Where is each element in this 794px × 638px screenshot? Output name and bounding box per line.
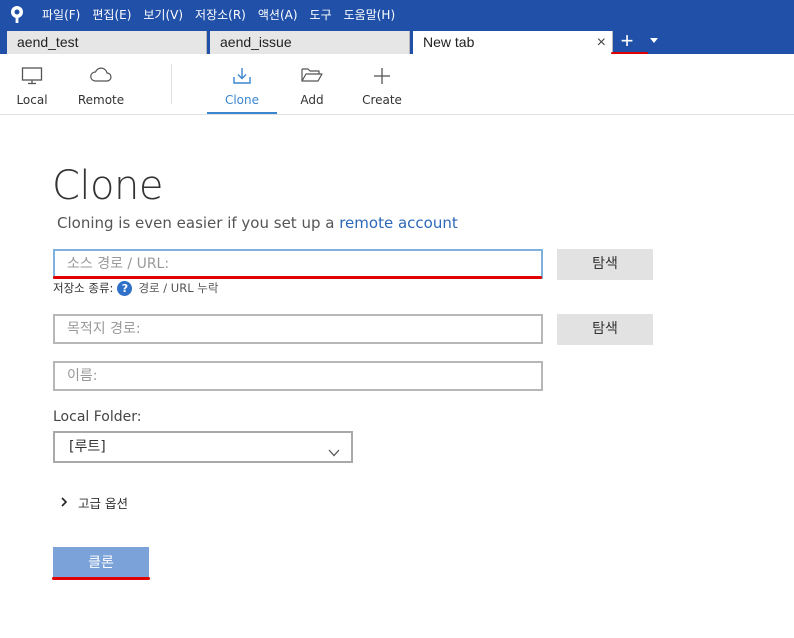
toolbar-divider <box>171 64 172 104</box>
advanced-options-toggle[interactable]: 고급 옵션 <box>60 493 128 512</box>
destination-path-input[interactable]: 목적지 경로: <box>53 314 543 344</box>
destination-browse-button[interactable]: 탐색 <box>557 314 653 345</box>
repo-type-message: 경로 / URL 누락 <box>138 281 219 295</box>
help-icon[interactable]: ? <box>117 280 133 296</box>
add-button[interactable]: Add <box>280 54 344 114</box>
local-folder-value: [루트] <box>69 439 106 455</box>
clone-button[interactable]: 클론 <box>53 547 149 579</box>
name-placeholder: 이름: <box>67 368 98 384</box>
repo-type-hint: 저장소 종류: ? 경로 / URL 누락 <box>53 280 218 296</box>
close-icon[interactable]: × <box>597 31 606 54</box>
tab-bar: aend_test aend_issue New tab × + <box>0 30 794 54</box>
tab-label: aend_issue <box>220 34 292 50</box>
annotation-underline-source <box>53 276 542 279</box>
local-button[interactable]: Local <box>0 54 64 114</box>
menu-repository[interactable]: 저장소(R) <box>189 0 252 30</box>
advanced-options-label: 고급 옵션 <box>78 496 128 511</box>
add-label: Add <box>300 93 324 107</box>
plus-icon <box>372 66 392 89</box>
subtitle-text: Cloning is even easier if you set up a <box>57 214 340 232</box>
remote-button[interactable]: Remote <box>66 54 136 114</box>
add-tab-icon[interactable]: + <box>615 30 639 54</box>
remote-account-link[interactable]: remote account <box>339 214 458 232</box>
sourcetree-logo-icon <box>0 0 34 30</box>
toolbar: Local Remote Clone Add Create <box>0 54 794 115</box>
folder-open-icon <box>300 66 324 87</box>
chevron-down-icon <box>327 441 341 469</box>
tab-dropdown-icon[interactable] <box>650 38 658 43</box>
chevron-right-icon <box>60 495 68 510</box>
source-browse-button[interactable]: 탐색 <box>557 249 653 280</box>
source-url-input[interactable]: 소스 경로 / URL: <box>53 249 543 279</box>
local-label: Local <box>16 93 48 107</box>
remote-label: Remote <box>77 93 125 107</box>
clone-tab-label: Clone <box>224 93 260 107</box>
create-label: Create <box>362 93 402 107</box>
clone-tab-button[interactable]: Clone <box>207 54 277 114</box>
tab-new-tab[interactable]: New tab × <box>413 31 613 54</box>
annotation-underline-clone <box>52 577 150 580</box>
tab-label: aend_test <box>17 34 79 50</box>
menu-actions[interactable]: 액션(A) <box>252 0 304 30</box>
tab-aend-test[interactable]: aend_test <box>7 31 207 54</box>
create-button[interactable]: Create <box>350 54 414 114</box>
download-tray-icon <box>231 66 253 89</box>
destination-path-placeholder: 목적지 경로: <box>67 321 141 337</box>
cloud-icon <box>89 66 113 87</box>
menu-tools[interactable]: 도구 <box>304 0 338 30</box>
local-folder-select[interactable]: [루트] <box>53 431 353 463</box>
page-subtitle: Cloning is even easier if you set up a r… <box>57 214 458 232</box>
repo-type-label: 저장소 종류: <box>53 281 114 295</box>
menu-help[interactable]: 도움말(H) <box>338 0 402 30</box>
local-folder-label: Local Folder: <box>53 409 142 425</box>
source-url-placeholder: 소스 경로 / URL: <box>67 256 170 272</box>
tab-label: New tab <box>423 34 475 50</box>
menu-file[interactable]: 파일(F) <box>36 0 86 30</box>
page-title: Clone <box>52 163 163 209</box>
monitor-icon <box>21 66 43 89</box>
menu-view[interactable]: 보기(V) <box>137 0 189 30</box>
menu-edit[interactable]: 편집(E) <box>86 0 137 30</box>
menu-bar: 파일(F) 편집(E) 보기(V) 저장소(R) 액션(A) 도구 도움말(H) <box>0 0 794 30</box>
name-input[interactable]: 이름: <box>53 361 543 391</box>
tab-aend-issue[interactable]: aend_issue <box>210 31 410 54</box>
